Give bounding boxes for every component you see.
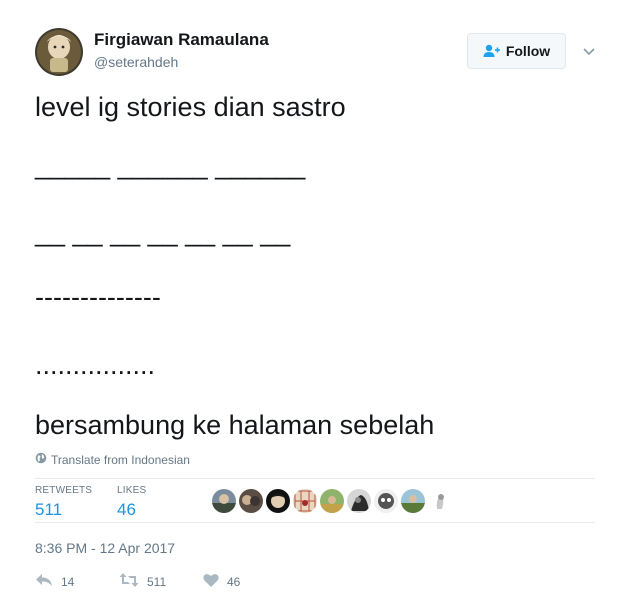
tweet-timestamp[interactable]: 8:36 PM - 12 Apr 2017 [35,540,175,556]
reply-count: 14 [61,574,75,589]
retweets-stat[interactable]: RETWEETS 511 [35,485,92,520]
retweets-count: 511 [35,500,63,519]
retweet-icon [119,572,139,591]
tweet-text-line: level ig stories dian sastro [35,92,346,122]
user-fullname[interactable]: Firgiawan Ramaulana [94,30,269,50]
liker-avatar[interactable] [239,489,263,513]
follow-user-icon [483,44,500,58]
liker-avatar[interactable] [266,489,290,513]
divider [35,522,595,523]
follow-button[interactable]: Follow [467,33,566,69]
retweet-button[interactable]: 511 [119,572,203,591]
tweet-text-line: ................ [35,350,156,380]
likes-stat[interactable]: LIKES 46 [117,485,146,520]
tweet-text-line: -------------- [35,282,161,312]
heart-icon [203,573,219,591]
liker-avatar[interactable] [347,489,371,513]
divider [35,478,595,479]
tweet-text-line: bersambung ke halaman sebelah [35,410,435,440]
translate-link[interactable]: Translate from Indonesian [35,452,190,467]
liker-avatar[interactable] [401,489,425,513]
liker-avatars [212,489,452,513]
tweet-actions: 14 511 46 [35,572,240,591]
liker-avatar[interactable] [428,489,452,513]
tweet: Firgiawan Ramaulana @seterahdeh Follow l… [0,0,631,607]
likes-count: 46 [117,500,136,519]
retweet-count: 511 [147,574,167,589]
reply-icon [35,572,53,591]
translate-label: Translate from Indonesian [51,452,190,467]
retweets-label: RETWEETS [35,485,93,496]
like-count: 46 [227,574,241,589]
like-button[interactable]: 46 [203,573,240,591]
likes-label: LIKES [117,485,147,496]
liker-avatar[interactable] [212,489,236,513]
liker-avatar[interactable] [374,489,398,513]
tweet-text-line: _____ ______ ______ [35,150,306,180]
tweet-text-line: __ __ __ __ __ __ __ [35,217,291,247]
liker-avatar[interactable] [293,489,317,513]
globe-icon [35,452,47,467]
avatar[interactable] [35,28,83,76]
user-handle[interactable]: @seterahdeh [94,54,178,70]
follow-button-label: Follow [505,43,551,59]
reply-button[interactable]: 14 [35,572,119,591]
chevron-down-icon[interactable] [580,42,598,60]
liker-avatar[interactable] [320,489,344,513]
